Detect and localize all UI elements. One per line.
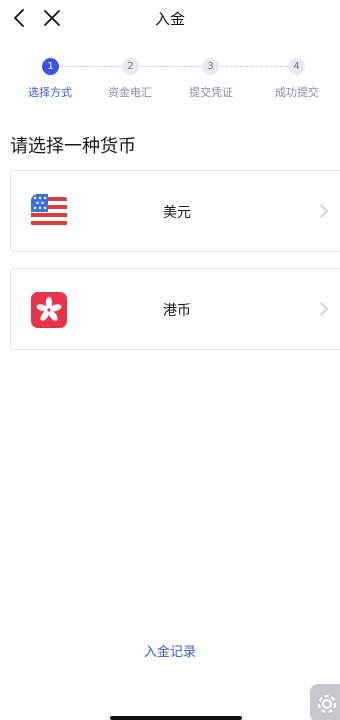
currency-label: 港币 <box>163 303 191 319</box>
currency-label: 美元 <box>163 205 191 221</box>
top-nav-bar: 入金 <box>0 0 340 38</box>
step-1-label: 选择方式 <box>28 86 72 99</box>
chevron-right-icon <box>320 204 328 218</box>
step-2-indicator: 2 <box>122 58 139 75</box>
page-title: 入金 <box>154 10 185 28</box>
gear-icon <box>318 695 336 713</box>
home-indicator <box>110 716 242 720</box>
step-3-label: 提交凭证 <box>189 86 233 99</box>
deposit-page: 入金 1 2 3 4 选择方式 资金电汇 提交凭证 成功提交 请选择一种货币 美… <box>0 0 340 720</box>
currency-option-usd[interactable]: 美元 <box>10 170 340 252</box>
step-4-indicator: 4 <box>288 58 305 75</box>
step-connector <box>140 66 202 67</box>
step-3-indicator: 3 <box>202 58 219 75</box>
step-4-label: 成功提交 <box>275 86 319 99</box>
step-connector <box>220 66 288 67</box>
progress-stepper: 1 2 3 4 选择方式 资金电汇 提交凭证 成功提交 <box>0 54 340 104</box>
deposit-records-link[interactable]: 入金记录 <box>0 641 340 660</box>
step-connector <box>60 66 122 67</box>
section-heading: 请选择一种货币 <box>10 136 136 157</box>
floating-settings-button[interactable] <box>310 684 340 720</box>
step-2-label: 资金电汇 <box>108 86 152 99</box>
chevron-right-icon <box>320 302 328 316</box>
step-1-indicator: 1 <box>42 58 59 75</box>
currency-option-hkd[interactable]: 港币 <box>10 268 340 350</box>
